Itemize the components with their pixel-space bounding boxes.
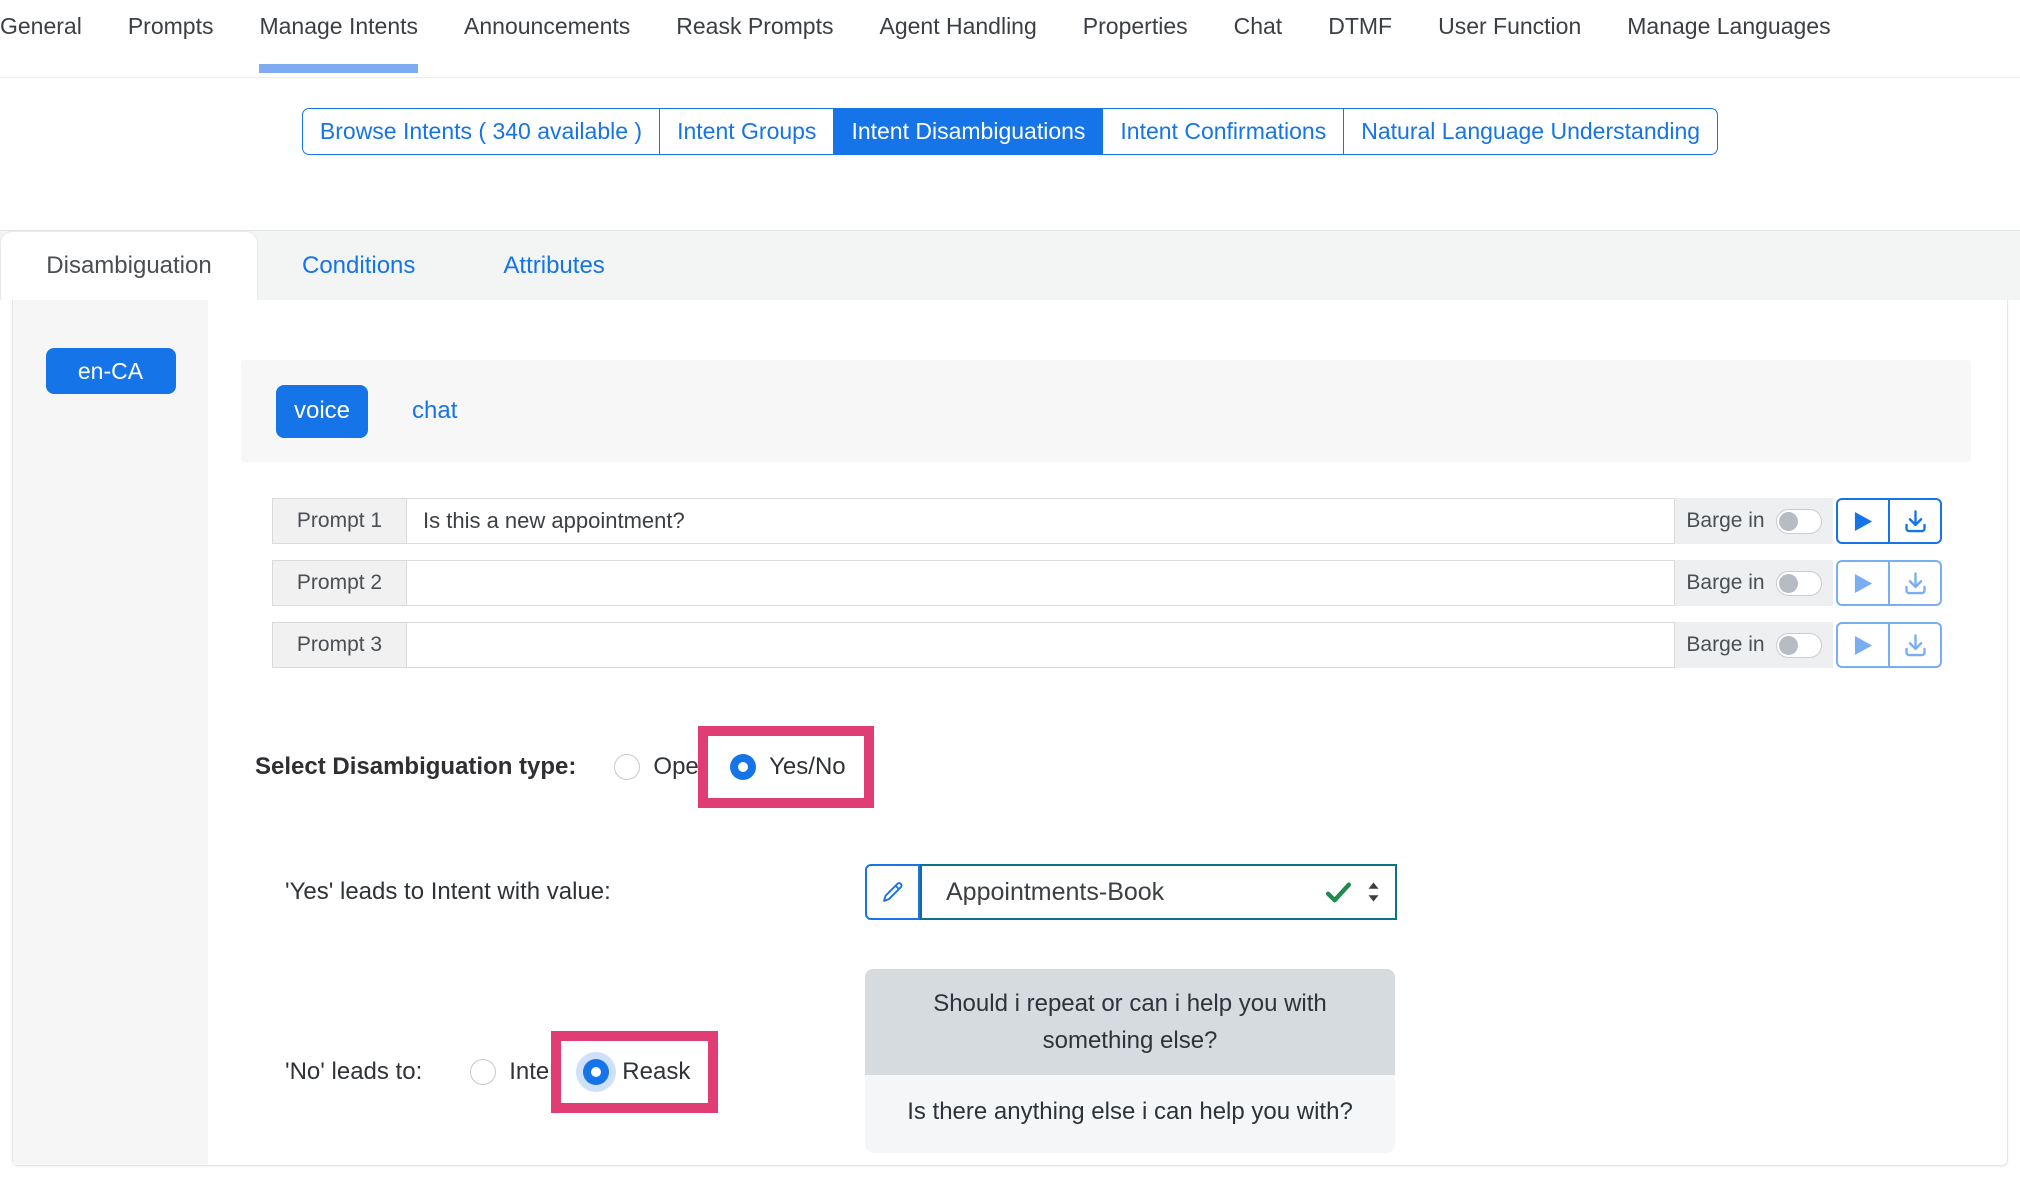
barge-in-toggle[interactable] — [1776, 509, 1822, 534]
play-prompt-button[interactable] — [1836, 622, 1890, 668]
valid-check-icon — [1323, 877, 1354, 908]
radio-intent-unselected[interactable] — [470, 1059, 496, 1085]
prompt-3-label: Prompt 3 — [272, 622, 407, 668]
barge-in-label: Barge in — [1686, 571, 1764, 595]
yes-leads-row: 'Yes' leads to Intent with value: Appoin… — [285, 864, 2007, 920]
no-leads-row: 'No' leads to: Intent Reask Should i rep… — [285, 969, 2007, 1153]
toggle-knob — [1779, 512, 1798, 531]
nav-item-user-function[interactable]: User Function — [1438, 13, 1581, 73]
tab-conditions[interactable]: Conditions — [258, 231, 459, 300]
reask-preview-body: Is there anything else i can help you wi… — [865, 1075, 1395, 1152]
radio-reask-label: Reask — [622, 1058, 690, 1086]
disambiguation-type-row: Select Disambiguation type: Open Yes/No — [255, 726, 2007, 808]
prompt-1-label: Prompt 1 — [272, 498, 407, 544]
intent-confirmations-button[interactable]: Intent Confirmations — [1102, 108, 1344, 155]
prompt-2-input[interactable] — [407, 560, 1675, 606]
prompt-2-label: Prompt 2 — [272, 560, 407, 606]
barge-in-control-3: Barge in — [1675, 622, 1833, 668]
nav-item-manage-languages[interactable]: Manage Languages — [1627, 13, 1830, 73]
barge-in-control-2: Barge in — [1675, 560, 1833, 606]
browse-intents-button[interactable]: Browse Intents ( 340 available ) — [302, 108, 660, 155]
intent-groups-button[interactable]: Intent Groups — [659, 108, 834, 155]
tab-disambiguation[interactable]: Disambiguation — [0, 231, 258, 300]
barge-in-label: Barge in — [1686, 633, 1764, 657]
highlight-box-reask: Reask — [551, 1031, 718, 1113]
radio-option-yesno[interactable]: Yes/No — [730, 753, 846, 781]
download-icon — [1902, 632, 1929, 659]
nav-item-reask-prompts[interactable]: Reask Prompts — [676, 13, 833, 73]
download-prompt-button[interactable] — [1888, 622, 1942, 668]
barge-in-label: Barge in — [1686, 509, 1764, 533]
radio-yesno-selected[interactable] — [730, 754, 756, 780]
download-icon — [1902, 570, 1929, 597]
channel-switcher: voice chat — [241, 360, 1971, 462]
selected-intent-value: Appointments-Book — [946, 878, 1311, 907]
reask-preview-header: Should i repeat or can i help you with s… — [865, 969, 1395, 1075]
no-leads-label: 'No' leads to: — [285, 1058, 422, 1086]
nav-item-properties[interactable]: Properties — [1083, 13, 1188, 73]
play-icon — [1853, 510, 1874, 533]
radio-yesno-label: Yes/No — [769, 753, 846, 781]
prompt-row-1: Prompt 1 Barge in — [272, 498, 1942, 544]
play-icon — [1853, 572, 1874, 595]
reask-preview: Should i repeat or can i help you with s… — [865, 969, 1395, 1153]
nav-item-manage-intents[interactable]: Manage Intents — [259, 13, 418, 73]
download-prompt-button[interactable] — [1888, 498, 1942, 544]
radio-reask-selected[interactable] — [583, 1059, 609, 1085]
nav-item-agent-handling[interactable]: Agent Handling — [879, 13, 1036, 73]
toggle-knob — [1779, 574, 1798, 593]
prompt-row-3: Prompt 3 Barge in — [272, 622, 1942, 668]
prompt-1-input[interactable] — [407, 498, 1675, 544]
top-navigation: General Prompts Manage Intents Announcem… — [0, 0, 2020, 78]
chat-tab-link[interactable]: chat — [412, 397, 457, 425]
barge-in-toggle[interactable] — [1776, 571, 1822, 596]
download-prompt-button[interactable] — [1888, 560, 1942, 606]
intent-subnav: Browse Intents ( 340 available ) Intent … — [0, 108, 2020, 155]
prompts-section: Prompt 1 Barge in Prompt 2 Barge in — [272, 498, 1942, 668]
download-icon — [1902, 508, 1929, 535]
select-updown-icon — [1366, 880, 1381, 904]
toggle-knob — [1779, 636, 1798, 655]
nav-item-chat[interactable]: Chat — [1234, 13, 1283, 73]
prompt-row-2: Prompt 2 Barge in — [272, 560, 1942, 606]
play-prompt-button[interactable] — [1836, 560, 1890, 606]
play-prompt-button[interactable] — [1836, 498, 1890, 544]
yes-intent-dropdown: Appointments-Book — [865, 864, 1397, 920]
barge-in-toggle[interactable] — [1776, 633, 1822, 658]
barge-in-control-1: Barge in — [1675, 498, 1833, 544]
edit-intent-button[interactable] — [865, 864, 920, 920]
no-leads-controls: 'No' leads to: Intent Reask — [285, 969, 865, 1113]
tab-bar: Disambiguation Conditions Attributes — [0, 230, 2020, 300]
disambiguation-type-label: Select Disambiguation type: — [255, 753, 576, 781]
intent-select[interactable]: Appointments-Book — [920, 864, 1397, 920]
yes-leads-label: 'Yes' leads to Intent with value: — [285, 878, 865, 906]
nav-item-announcements[interactable]: Announcements — [464, 13, 630, 73]
nav-item-dtmf[interactable]: DTMF — [1328, 13, 1392, 73]
voice-tab-button[interactable]: voice — [276, 385, 368, 438]
radio-option-reask[interactable]: Reask — [583, 1058, 690, 1086]
natural-language-understanding-button[interactable]: Natural Language Understanding — [1343, 108, 1718, 155]
nav-item-prompts[interactable]: Prompts — [128, 13, 214, 73]
radio-open-unselected[interactable] — [614, 754, 640, 780]
tab-attributes[interactable]: Attributes — [459, 231, 648, 300]
language-sidebar: en-CA — [13, 300, 208, 1165]
prompt-3-input[interactable] — [407, 622, 1675, 668]
language-en-ca-button[interactable]: en-CA — [46, 348, 176, 394]
edit-pencil-icon — [879, 879, 906, 906]
highlight-box-yesno: Yes/No — [698, 726, 874, 808]
nav-item-general[interactable]: General — [0, 13, 82, 73]
content-area: voice chat Prompt 1 Barge in Prompt 2 — [208, 300, 2007, 1165]
intent-disambiguations-button[interactable]: Intent Disambiguations — [833, 108, 1103, 155]
main-panel: en-CA voice chat Prompt 1 Barge in — [12, 300, 2008, 1166]
play-icon — [1853, 634, 1874, 657]
